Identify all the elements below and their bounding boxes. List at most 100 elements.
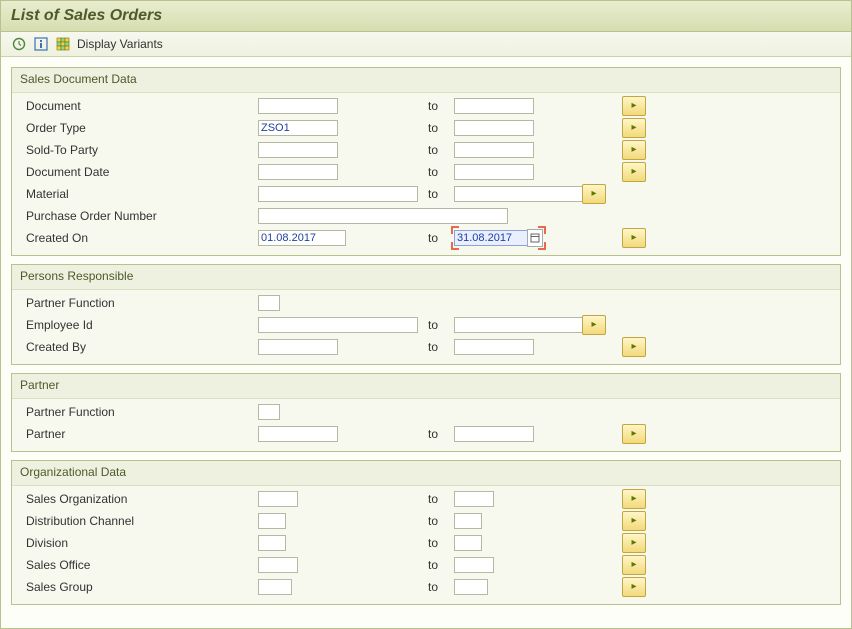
created-on-to-input[interactable]	[454, 230, 528, 246]
execute-icon[interactable]	[11, 36, 27, 52]
arrow-right-icon: ▸	[631, 560, 636, 570]
to-label: to	[428, 558, 454, 572]
label-employee-id: Employee Id	[12, 318, 258, 332]
employee-id-from-input[interactable]	[258, 317, 418, 333]
group-title: Partner	[12, 374, 840, 398]
multiple-selection-button[interactable]: ▸	[622, 424, 646, 444]
partner-from-input[interactable]	[258, 426, 338, 442]
label-partner: Partner	[12, 427, 258, 441]
multiple-selection-button[interactable]: ▸	[622, 555, 646, 575]
arrow-right-icon: ▸	[631, 123, 636, 133]
to-label: to	[428, 427, 454, 441]
multiple-selection-button[interactable]: ▸	[622, 511, 646, 531]
display-variants-icon[interactable]	[55, 36, 71, 52]
label-sales-org: Sales Organization	[12, 492, 258, 506]
label-dist-channel: Distribution Channel	[12, 514, 258, 528]
group-title: Sales Document Data	[12, 68, 840, 92]
label-partner-function: Partner Function	[12, 405, 258, 419]
arrow-right-icon: ▸	[631, 101, 636, 111]
display-variants-label[interactable]: Display Variants	[77, 37, 163, 51]
multiple-selection-button[interactable]: ▸	[582, 315, 606, 335]
arrow-right-icon: ▸	[631, 167, 636, 177]
document-to-input[interactable]	[454, 98, 534, 114]
arrow-right-icon: ▸	[631, 494, 636, 504]
content-area: Sales Document Data Document to ▸ Order …	[1, 57, 851, 605]
title-bar: List of Sales Orders	[1, 1, 851, 32]
arrow-right-icon: ▸	[631, 582, 636, 592]
created-on-to-wrapper	[454, 229, 543, 247]
dist-channel-to-input[interactable]	[454, 513, 482, 529]
multiple-selection-button[interactable]: ▸	[622, 96, 646, 116]
multiple-selection-button[interactable]: ▸	[622, 140, 646, 160]
dist-channel-from-input[interactable]	[258, 513, 286, 529]
created-by-from-input[interactable]	[258, 339, 338, 355]
partner-to-input[interactable]	[454, 426, 534, 442]
label-division: Division	[12, 536, 258, 550]
multiple-selection-button[interactable]: ▸	[582, 184, 606, 204]
label-material: Material	[12, 187, 258, 201]
partner-function-input[interactable]	[258, 295, 280, 311]
created-on-from-input[interactable]	[258, 230, 346, 246]
to-label: to	[428, 340, 454, 354]
sales-org-to-input[interactable]	[454, 491, 494, 507]
to-label: to	[428, 165, 454, 179]
document-from-input[interactable]	[258, 98, 338, 114]
label-created-on: Created On	[12, 231, 258, 245]
material-to-input[interactable]	[454, 186, 594, 202]
created-by-to-input[interactable]	[454, 339, 534, 355]
group-title: Organizational Data	[12, 461, 840, 485]
sales-group-from-input[interactable]	[258, 579, 292, 595]
partner-function-input[interactable]	[258, 404, 280, 420]
group-persons-responsible: Persons Responsible Partner Function Emp…	[11, 264, 841, 365]
arrow-right-icon: ▸	[631, 429, 636, 439]
doc-date-from-input[interactable]	[258, 164, 338, 180]
multiple-selection-button[interactable]: ▸	[622, 577, 646, 597]
arrow-right-icon: ▸	[631, 516, 636, 526]
sales-office-from-input[interactable]	[258, 557, 298, 573]
multiple-selection-button[interactable]: ▸	[622, 118, 646, 138]
app-window: { "title": "List of Sales Orders", "tool…	[0, 0, 852, 629]
to-label: to	[428, 187, 454, 201]
doc-date-to-input[interactable]	[454, 164, 534, 180]
group-title: Persons Responsible	[12, 265, 840, 289]
group-organizational-data: Organizational Data Sales Organization t…	[11, 460, 841, 605]
label-sold-to: Sold-To Party	[12, 143, 258, 157]
multiple-selection-button[interactable]: ▸	[622, 337, 646, 357]
employee-id-to-input[interactable]	[454, 317, 594, 333]
to-label: to	[428, 492, 454, 506]
sold-to-to-input[interactable]	[454, 142, 534, 158]
label-po-number: Purchase Order Number	[12, 209, 258, 223]
label-doc-date: Document Date	[12, 165, 258, 179]
sales-org-from-input[interactable]	[258, 491, 298, 507]
sales-office-to-input[interactable]	[454, 557, 494, 573]
arrow-right-icon: ▸	[591, 189, 596, 199]
material-from-input[interactable]	[258, 186, 418, 202]
to-label: to	[428, 536, 454, 550]
multiple-selection-button[interactable]: ▸	[622, 489, 646, 509]
multiple-selection-button[interactable]: ▸	[622, 533, 646, 553]
page-title: List of Sales Orders	[11, 7, 841, 25]
order-type-to-input[interactable]	[454, 120, 534, 136]
to-label: to	[428, 580, 454, 594]
order-type-from-input[interactable]	[258, 120, 338, 136]
to-label: to	[428, 514, 454, 528]
multiple-selection-button[interactable]: ▸	[622, 228, 646, 248]
label-sales-group: Sales Group	[12, 580, 258, 594]
po-number-input[interactable]	[258, 208, 508, 224]
label-sales-office: Sales Office	[12, 558, 258, 572]
sales-group-to-input[interactable]	[454, 579, 488, 595]
group-partner: Partner Partner Function Partner to ▸	[11, 373, 841, 452]
arrow-right-icon: ▸	[631, 538, 636, 548]
label-created-by: Created By	[12, 340, 258, 354]
arrow-right-icon: ▸	[591, 320, 596, 330]
arrow-right-icon: ▸	[631, 145, 636, 155]
division-to-input[interactable]	[454, 535, 482, 551]
arrow-right-icon: ▸	[631, 342, 636, 352]
sold-to-from-input[interactable]	[258, 142, 338, 158]
label-partner-function: Partner Function	[12, 296, 258, 310]
division-from-input[interactable]	[258, 535, 286, 551]
label-document: Document	[12, 99, 258, 113]
info-icon[interactable]	[33, 36, 49, 52]
multiple-selection-button[interactable]: ▸	[622, 162, 646, 182]
to-label: to	[428, 318, 454, 332]
